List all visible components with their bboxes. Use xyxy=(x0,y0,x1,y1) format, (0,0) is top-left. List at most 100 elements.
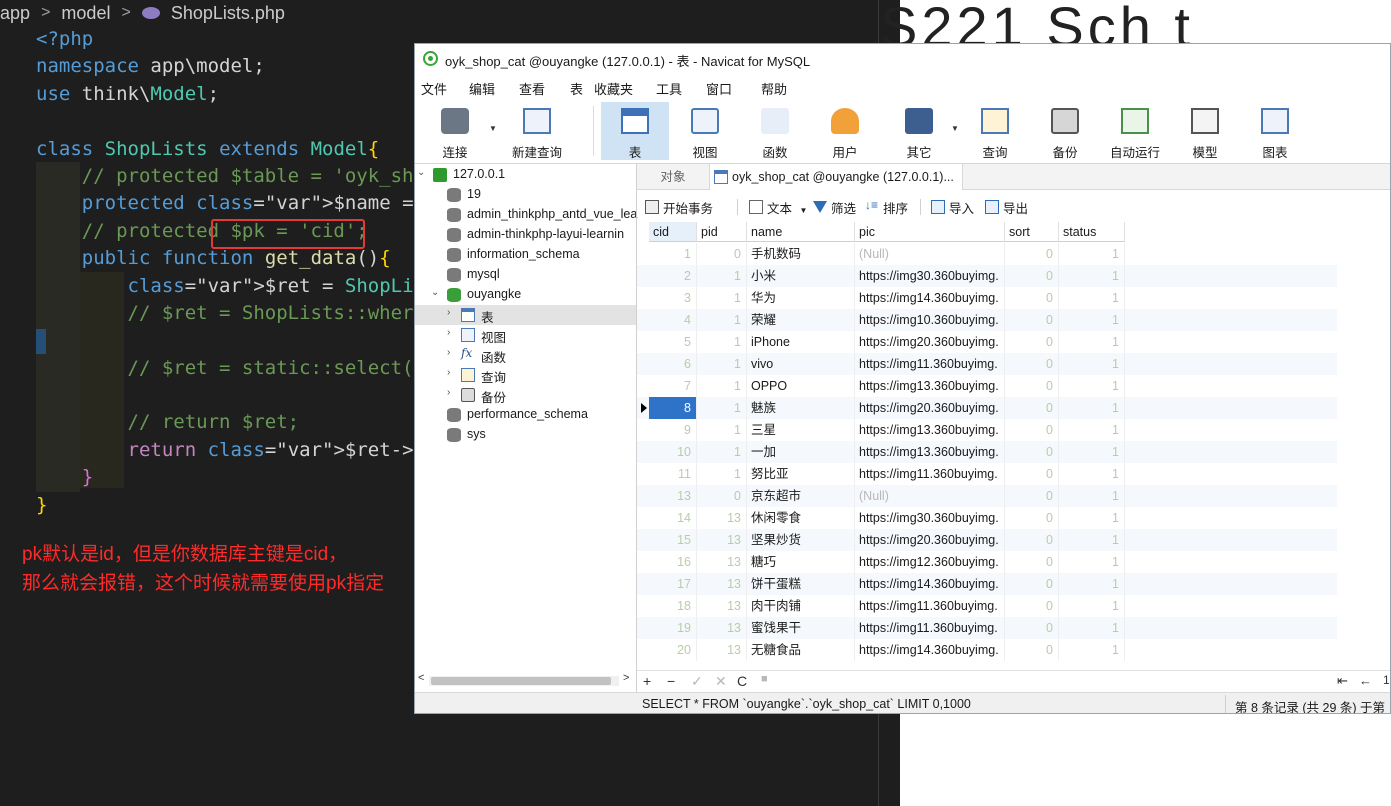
table-cell-status[interactable]: 1 xyxy=(1059,551,1125,573)
table-cell-status[interactable]: 1 xyxy=(1059,529,1125,551)
tree-item[interactable]: admin-thinkphp-layui-learnin xyxy=(415,225,636,245)
tree-item[interactable]: › 查询 xyxy=(415,365,636,385)
tab-table-data[interactable]: oyk_shop_cat @ouyangke (127.0.0.1)... xyxy=(709,164,963,190)
table-cell-cid[interactable]: 9 xyxy=(649,419,697,441)
menu-tools[interactable]: 工具 xyxy=(656,79,682,98)
table-cell-pic[interactable]: https://img20.360buyimg. xyxy=(855,331,1005,353)
scroll-left-icon[interactable]: < xyxy=(418,672,424,684)
table-cell-status[interactable]: 1 xyxy=(1059,441,1125,463)
table-cell-pid[interactable]: 1 xyxy=(697,265,747,287)
column-header-name[interactable]: name xyxy=(747,222,855,242)
table-cell-pid[interactable]: 13 xyxy=(697,639,747,661)
table-cell-pic[interactable]: https://img14.360buyimg. xyxy=(855,639,1005,661)
table-cell-status[interactable]: 1 xyxy=(1059,397,1125,419)
table-cell-sort[interactable]: 0 xyxy=(1005,375,1059,397)
add-record-button[interactable]: + xyxy=(643,673,651,689)
sort-button[interactable]: ↓≡ 排序 xyxy=(865,198,908,218)
table-cell-name[interactable]: 无糖食品 xyxy=(747,639,855,661)
table-cell-name[interactable]: OPPO xyxy=(747,375,855,397)
table-row[interactable]: 15 13 坚果炒货 https://img20.360buyimg. 0 1 xyxy=(637,529,1337,551)
chevron-down-icon[interactable]: ⌄ xyxy=(417,167,425,178)
table-row[interactable]: 14 13 休闲零食 https://img30.360buyimg. 0 1 xyxy=(637,507,1337,529)
toolbar-user-button[interactable]: 用户 xyxy=(811,102,879,160)
menu-window[interactable]: 窗口 xyxy=(706,79,732,98)
table-cell-cid[interactable]: 1 xyxy=(649,243,697,265)
menu-favorites[interactable]: 收藏夹 xyxy=(594,79,633,98)
table-cell-status[interactable]: 1 xyxy=(1059,639,1125,661)
table-cell-name[interactable]: 手机数码 xyxy=(747,243,855,265)
table-cell-pic[interactable]: https://img13.360buyimg. xyxy=(855,441,1005,463)
table-cell-cid[interactable]: 20 xyxy=(649,639,697,661)
menu-table[interactable]: 表 xyxy=(570,79,583,98)
table-cell-status[interactable]: 1 xyxy=(1059,287,1125,309)
table-cell-name[interactable]: 坚果炒货 xyxy=(747,529,855,551)
table-cell-status[interactable]: 1 xyxy=(1059,309,1125,331)
table-cell-pic[interactable]: https://img11.360buyimg. xyxy=(855,463,1005,485)
toolbar-tools-button[interactable]: 其它 xyxy=(885,102,953,160)
table-cell-name[interactable]: 蜜饯果干 xyxy=(747,617,855,639)
table-cell-sort[interactable]: 0 xyxy=(1005,331,1059,353)
table-cell-pic[interactable]: https://img11.360buyimg. xyxy=(855,353,1005,375)
table-cell-cid[interactable]: 5 xyxy=(649,331,697,353)
table-cell-cid[interactable]: 11 xyxy=(649,463,697,485)
table-row[interactable]: 2 1 小米 https://img30.360buyimg. 0 1 xyxy=(637,265,1337,287)
table-cell-name[interactable]: 饼干蛋糕 xyxy=(747,573,855,595)
table-row[interactable]: 16 13 糖巧 https://img12.360buyimg. 0 1 xyxy=(637,551,1337,573)
table-cell-pic[interactable]: https://img20.360buyimg. xyxy=(855,529,1005,551)
data-grid[interactable]: cid pid name pic sort status 1 0 手机数码 (Null) 0 1 2 1 小… xyxy=(637,222,1390,662)
table-cell-status[interactable]: 1 xyxy=(1059,353,1125,375)
column-header-sort[interactable]: sort xyxy=(1005,222,1059,242)
discard-changes-button[interactable]: ✕ xyxy=(715,673,727,690)
previous-page-icon[interactable]: ← xyxy=(1359,673,1372,688)
menu-edit[interactable]: 编辑 xyxy=(469,79,495,98)
chevron-down-icon[interactable]: ▼ xyxy=(951,124,959,133)
page-number[interactable]: 1 xyxy=(1383,673,1390,687)
apply-changes-button[interactable]: ✓ xyxy=(691,673,703,690)
table-cell-pic[interactable]: https://img13.360buyimg. xyxy=(855,375,1005,397)
table-cell-pic[interactable]: https://img13.360buyimg. xyxy=(855,419,1005,441)
import-button[interactable]: 导入 xyxy=(931,198,974,218)
table-cell-sort[interactable]: 0 xyxy=(1005,441,1059,463)
toolbar-table-button[interactable]: 表 xyxy=(601,102,669,160)
table-cell-sort[interactable]: 0 xyxy=(1005,573,1059,595)
table-cell-sort[interactable]: 0 xyxy=(1005,243,1059,265)
table-row[interactable]: 8 1 魅族 https://img20.360buyimg. 0 1 xyxy=(637,397,1337,419)
table-cell-pic[interactable]: https://img14.360buyimg. xyxy=(855,287,1005,309)
begin-transaction-button[interactable]: 开始事务 xyxy=(645,198,713,218)
table-cell-cid[interactable]: 16 xyxy=(649,551,697,573)
table-cell-pic[interactable]: https://img14.360buyimg. xyxy=(855,573,1005,595)
table-row[interactable]: 18 13 肉干肉铺 https://img11.360buyimg. 0 1 xyxy=(637,595,1337,617)
menu-view[interactable]: 查看 xyxy=(519,79,545,98)
export-button[interactable]: 导出 xyxy=(985,198,1028,218)
chevron-right-icon[interactable]: › xyxy=(447,327,450,338)
toolbar-model-button[interactable]: 模型 xyxy=(1171,102,1239,160)
table-cell-name[interactable]: 三星 xyxy=(747,419,855,441)
table-cell-cid[interactable]: 2 xyxy=(649,265,697,287)
table-cell-status[interactable]: 1 xyxy=(1059,331,1125,353)
table-row[interactable]: 10 1 一加 https://img13.360buyimg. 0 1 xyxy=(637,441,1337,463)
chevron-right-icon[interactable]: › xyxy=(447,367,450,378)
toolbar-chart-button[interactable]: 图表 xyxy=(1241,102,1309,160)
table-cell-cid[interactable]: 17 xyxy=(649,573,697,595)
tab-objects[interactable]: 对象 xyxy=(637,164,709,190)
table-cell-sort[interactable]: 0 xyxy=(1005,419,1059,441)
table-cell-cid[interactable]: 8 xyxy=(649,397,697,419)
tree-item[interactable]: › 备份 xyxy=(415,385,636,405)
table-cell-cid[interactable]: 4 xyxy=(649,309,697,331)
table-cell-pic[interactable]: (Null) xyxy=(855,243,1005,265)
breadcrumb-folder-app[interactable]: app xyxy=(0,3,30,24)
table-cell-cid[interactable]: 3 xyxy=(649,287,697,309)
table-cell-pid[interactable]: 13 xyxy=(697,529,747,551)
table-cell-status[interactable]: 1 xyxy=(1059,243,1125,265)
tree-scrollbar[interactable]: < > xyxy=(415,672,636,688)
first-page-icon[interactable]: ⇤ xyxy=(1337,673,1348,689)
table-cell-cid[interactable]: 13 xyxy=(649,485,697,507)
table-cell-pid[interactable]: 0 xyxy=(697,243,747,265)
refresh-button[interactable]: C xyxy=(737,673,747,689)
tree-item[interactable]: ⌄ ouyangke xyxy=(415,285,636,305)
table-cell-sort[interactable]: 0 xyxy=(1005,617,1059,639)
title-bar[interactable]: oyk_shop_cat @ouyangke (127.0.0.1) - 表 -… xyxy=(415,44,1390,74)
table-cell-pid[interactable]: 13 xyxy=(697,595,747,617)
table-cell-name[interactable]: iPhone xyxy=(747,331,855,353)
tree-item[interactable]: › 表 xyxy=(415,305,636,325)
